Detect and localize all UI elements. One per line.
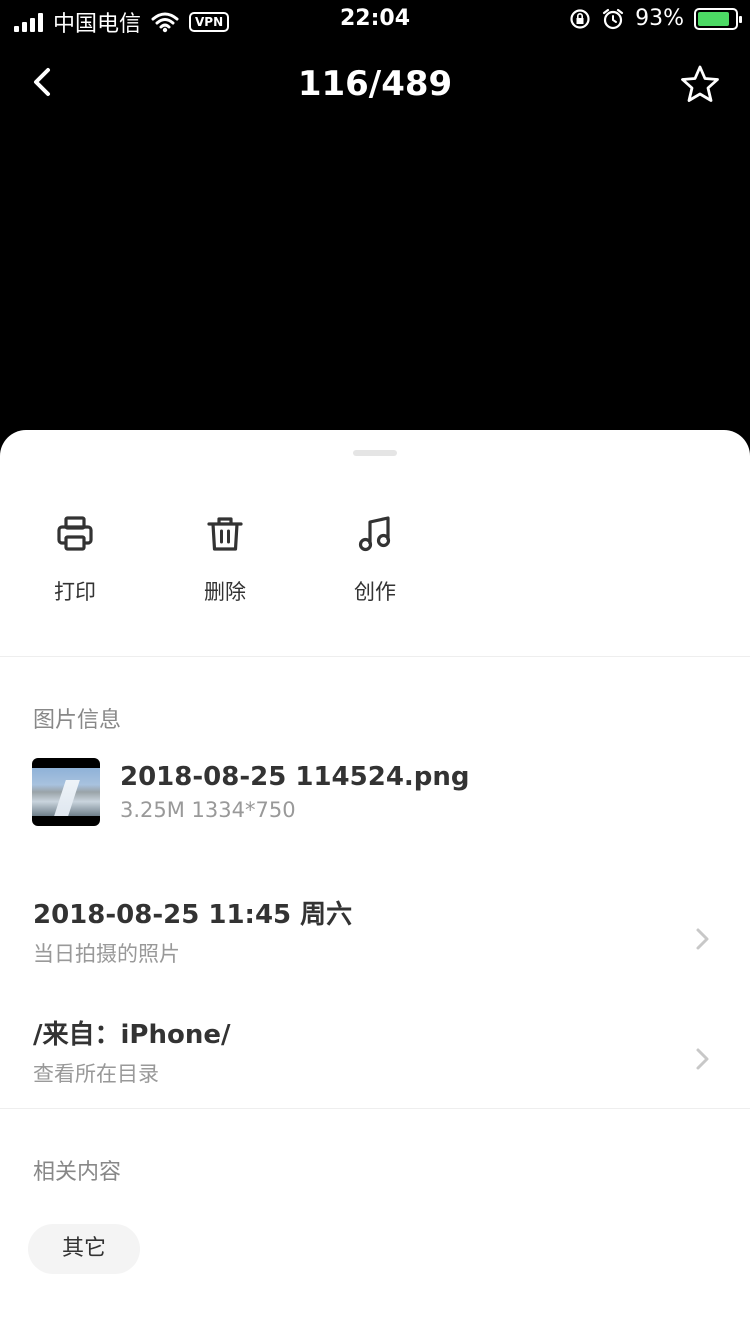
- image-thumbnail[interactable]: [32, 758, 100, 826]
- chevron-right-icon: [696, 1048, 709, 1070]
- delete-button[interactable]: 删除: [170, 514, 280, 606]
- chevron-right-icon: [696, 928, 709, 950]
- delete-label: 删除: [204, 580, 246, 604]
- rotation-lock-icon: [570, 8, 590, 29]
- music-note-icon: [358, 516, 391, 552]
- printer-icon: [57, 516, 93, 551]
- date-subtitle: 当日拍摄的照片: [33, 942, 180, 966]
- file-info: 2018-08-25 114524.png 3.25M 1334*750: [32, 758, 722, 828]
- create-button[interactable]: 创作: [320, 514, 430, 606]
- status-right: 93%: [569, 6, 742, 31]
- battery-icon: [694, 7, 742, 30]
- related-title: 相关内容: [33, 1160, 122, 1185]
- image-info-title: 图片信息: [33, 708, 122, 733]
- sheet-handle[interactable]: [353, 450, 397, 456]
- divider: [0, 1108, 750, 1109]
- star-icon[interactable]: [680, 64, 720, 104]
- action-row: 打印 删除 创作: [0, 514, 750, 614]
- date-row[interactable]: 2018-08-25 11:45 周六 当日拍摄的照片: [0, 894, 750, 984]
- nav-bar: 116/489: [0, 50, 750, 120]
- alarm-icon: [602, 8, 624, 29]
- print-button[interactable]: 打印: [20, 514, 130, 606]
- trash-icon: [207, 517, 243, 551]
- source-row[interactable]: /来自：iPhone/ 查看所在目录: [0, 1014, 750, 1104]
- battery-percent: 93%: [635, 6, 684, 31]
- file-meta: 3.25M 1334*750: [120, 798, 296, 822]
- source-subtitle: 查看所在目录: [33, 1062, 159, 1086]
- source-folder: /来自：iPhone/: [33, 1020, 231, 1050]
- date-taken: 2018-08-25 11:45 周六: [33, 900, 353, 930]
- tag-chip[interactable]: 其它: [28, 1224, 140, 1274]
- status-bar: 中国电信 VPN 22:04 93%: [0, 0, 750, 40]
- create-label: 创作: [354, 580, 396, 604]
- divider: [0, 656, 750, 657]
- info-sheet: 打印 删除 创作 图片信息 2018-08-25 114524.png 3.25…: [0, 430, 750, 1334]
- file-name: 2018-08-25 114524.png: [120, 762, 470, 792]
- page-title: 116/489: [297, 64, 453, 104]
- print-label: 打印: [54, 580, 96, 604]
